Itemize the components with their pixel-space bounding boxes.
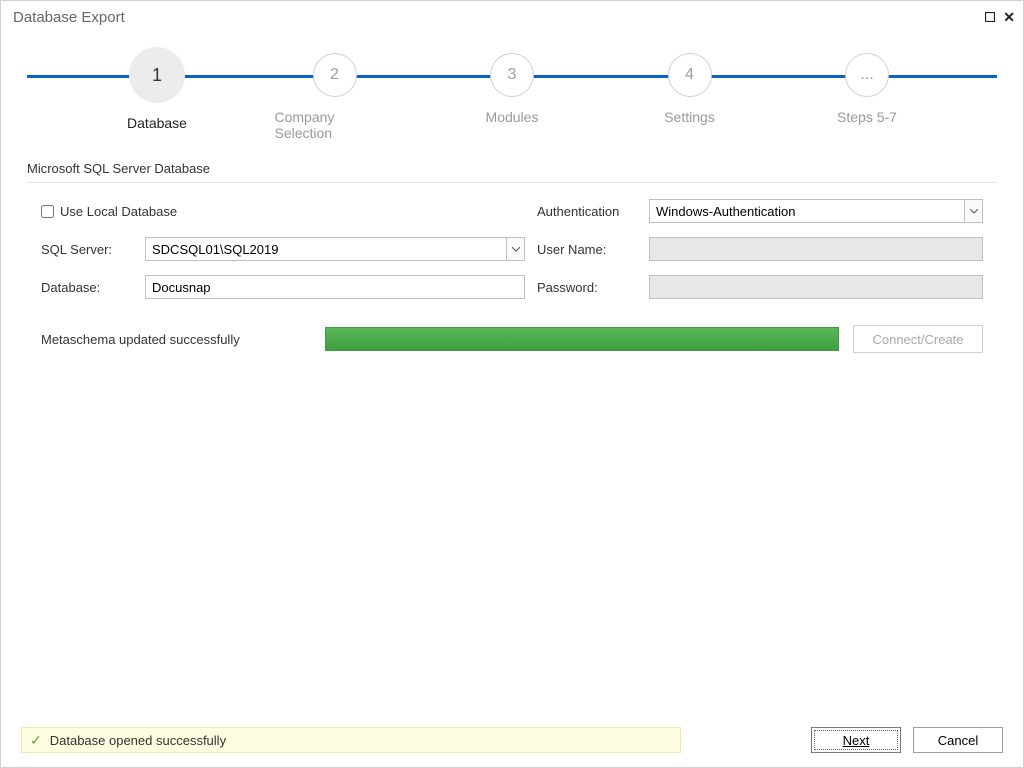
use-local-db-label: Use Local Database bbox=[60, 204, 177, 219]
username-label: User Name: bbox=[537, 242, 637, 257]
wizard-stepper: 1 Database 2 Company Selection 3 Modules… bbox=[27, 51, 997, 161]
sql-server-combo[interactable] bbox=[145, 237, 525, 261]
step-label: Database bbox=[127, 115, 187, 131]
progress-label: Metaschema updated successfully bbox=[41, 332, 311, 347]
step-label: Settings bbox=[664, 109, 715, 125]
step-number: ... bbox=[845, 53, 889, 97]
progress-row: Metaschema updated successfully Connect/… bbox=[27, 325, 997, 353]
chevron-down-icon[interactable] bbox=[964, 200, 982, 222]
cancel-button[interactable]: Cancel bbox=[913, 727, 1003, 753]
status-bar: ✓ Database opened successfully bbox=[21, 727, 681, 753]
next-button[interactable]: Next bbox=[811, 727, 901, 753]
section-title: Microsoft SQL Server Database bbox=[27, 161, 997, 183]
database-section: Microsoft SQL Server Database Use Local … bbox=[27, 161, 997, 353]
step-more[interactable]: ... Steps 5-7 bbox=[807, 51, 927, 141]
step-number: 1 bbox=[129, 47, 185, 103]
auth-label: Authentication bbox=[537, 204, 637, 219]
step-company-selection[interactable]: 2 Company Selection bbox=[275, 51, 395, 141]
footer: ✓ Database opened successfully Next Canc… bbox=[21, 727, 1003, 753]
maximize-icon[interactable] bbox=[985, 12, 995, 22]
close-icon[interactable]: ✕ bbox=[1003, 9, 1015, 26]
database-input[interactable] bbox=[145, 275, 525, 299]
step-label: Steps 5-7 bbox=[837, 109, 897, 125]
password-input[interactable] bbox=[649, 275, 983, 299]
step-number: 4 bbox=[668, 53, 712, 97]
progress-bar bbox=[325, 327, 839, 351]
titlebar: Database Export ✕ bbox=[1, 1, 1023, 33]
use-local-db-row: Use Local Database bbox=[41, 204, 525, 219]
status-text: Database opened successfully bbox=[50, 733, 226, 748]
chevron-down-icon[interactable] bbox=[506, 238, 524, 260]
step-label: Modules bbox=[486, 109, 539, 125]
check-icon: ✓ bbox=[30, 733, 42, 747]
database-label: Database: bbox=[41, 280, 133, 295]
sql-server-input[interactable] bbox=[145, 237, 525, 261]
step-settings[interactable]: 4 Settings bbox=[630, 51, 750, 141]
auth-select[interactable] bbox=[649, 199, 983, 223]
username-input[interactable] bbox=[649, 237, 983, 261]
use-local-db-checkbox[interactable] bbox=[41, 205, 54, 218]
step-modules[interactable]: 3 Modules bbox=[452, 51, 572, 141]
step-number: 3 bbox=[490, 53, 534, 97]
step-number: 2 bbox=[313, 53, 357, 97]
step-database[interactable]: 1 Database bbox=[97, 51, 217, 141]
connect-create-button[interactable]: Connect/Create bbox=[853, 325, 983, 353]
sql-server-label: SQL Server: bbox=[41, 242, 133, 257]
step-label: Company Selection bbox=[275, 109, 395, 141]
password-label: Password: bbox=[537, 280, 637, 295]
window-title: Database Export bbox=[13, 9, 985, 26]
auth-value[interactable] bbox=[649, 199, 983, 223]
form-grid: Use Local Database Authentication SQL Se… bbox=[27, 199, 997, 299]
window-controls: ✕ bbox=[985, 9, 1015, 26]
